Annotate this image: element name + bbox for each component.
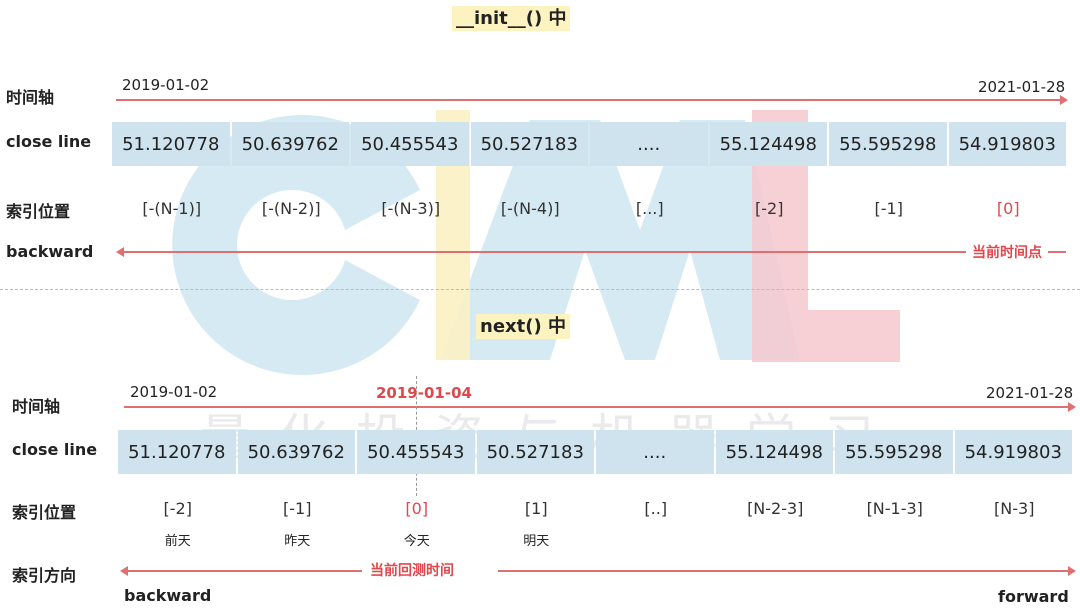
top-backward-label: backward xyxy=(6,242,94,261)
top-index-cell: [-1] xyxy=(874,199,903,218)
bottom-start-date: 2019-01-02 xyxy=(130,383,218,401)
top-index-cell: [-(N-2)] xyxy=(261,199,321,218)
top-index-cell: [-2] xyxy=(755,199,784,218)
top-timeline-arrow xyxy=(116,96,1068,104)
bottom-index-cell: [1] xyxy=(524,499,548,518)
bottom-close-cell: 55.124498 xyxy=(715,430,833,474)
section-divider xyxy=(0,289,1080,290)
bottom-close-cell: 50.455543 xyxy=(357,430,475,474)
bottom-index-cell: [N-1-3] xyxy=(866,499,923,518)
top-close-cell: 54.919803 xyxy=(948,122,1066,166)
top-close-cell: 55.595298 xyxy=(829,122,947,166)
top-start-date: 2019-01-02 xyxy=(122,76,210,94)
bottom-close-cell: 51.120778 xyxy=(118,430,236,474)
bottom-close-label: close line xyxy=(12,440,98,459)
bottom-timeline-label: 时间轴 xyxy=(12,397,61,416)
top-index-cell: [-(N-3)] xyxy=(381,199,441,218)
bottom-current-date: 2019-01-04 xyxy=(376,384,472,402)
top-index-cell: [-(N-1)] xyxy=(142,199,202,218)
top-backward-arrow xyxy=(116,248,1066,256)
bottom-index-label: 索引位置 xyxy=(12,503,77,522)
bottom-close-cell: .... xyxy=(596,430,714,474)
top-close-cell: 51.120778 xyxy=(112,122,230,166)
bottom-index-cell: [N-2-3] xyxy=(747,499,804,518)
top-close-cell: 50.639762 xyxy=(231,122,349,166)
bottom-backward-label: backward xyxy=(124,586,212,605)
top-title: __init__() 中 xyxy=(452,6,571,31)
bottom-close-cells: 51.120778 50.639762 50.455543 50.527183 … xyxy=(118,430,1072,474)
bottom-forward-label: forward xyxy=(998,587,1069,606)
day-labels-row: 前天 昨天 今天 明天 xyxy=(118,530,596,549)
direction-arrow-backward xyxy=(120,567,362,575)
bottom-end-date: 2021-01-28 xyxy=(986,384,1074,402)
bottom-index-cell: [N-3] xyxy=(994,499,1035,518)
day-label-before-yesterday: 前天 xyxy=(164,534,191,549)
top-close-cells: 51.120778 50.639762 50.455543 50.527183 … xyxy=(112,122,1066,166)
top-current-point-note: 当前时间点 xyxy=(966,245,1048,261)
top-close-cell: .... xyxy=(590,122,708,166)
day-label-tomorrow: 明天 xyxy=(523,534,550,549)
bottom-index-cell-current: [0] xyxy=(405,499,429,518)
bottom-direction-label: 索引方向 xyxy=(12,566,77,585)
bottom-index-cell: [..] xyxy=(644,499,668,518)
top-index-cell: [...] xyxy=(635,199,664,218)
bottom-index-row: [-2] [-1] [0] [1] [..] [N-2-3] [N-1-3] [… xyxy=(118,499,1074,518)
bottom-close-cell: 50.527183 xyxy=(476,430,594,474)
top-close-label: close line xyxy=(6,132,92,151)
top-timeline-label: 时间轴 xyxy=(6,88,55,107)
top-close-cell: 55.124498 xyxy=(709,122,827,166)
bottom-close-cell: 54.919803 xyxy=(954,430,1072,474)
bottom-close-cell: 50.639762 xyxy=(237,430,355,474)
top-index-cell-current: [0] xyxy=(996,199,1020,218)
bottom-timeline-arrow xyxy=(124,403,1076,411)
top-index-label: 索引位置 xyxy=(6,202,71,221)
current-backtest-note: 当前回测时间 xyxy=(364,563,460,579)
top-index-row: [-(N-1)] [-(N-2)] [-(N-3)] [-(N-4)] [...… xyxy=(112,199,1068,218)
bottom-title: next() 中 xyxy=(476,314,570,339)
top-close-cell: 50.455543 xyxy=(351,122,469,166)
bottom-close-cell: 55.595298 xyxy=(835,430,953,474)
day-label-yesterday: 昨天 xyxy=(284,534,311,549)
top-index-cell: [-(N-4)] xyxy=(500,199,560,218)
top-end-date: 2021-01-28 xyxy=(978,78,1066,96)
direction-arrow-forward xyxy=(498,567,1076,575)
day-label-today: 今天 xyxy=(403,534,430,549)
bottom-index-cell: [-1] xyxy=(283,499,312,518)
bottom-index-cell: [-2] xyxy=(163,499,192,518)
top-close-cell: 50.527183 xyxy=(470,122,588,166)
